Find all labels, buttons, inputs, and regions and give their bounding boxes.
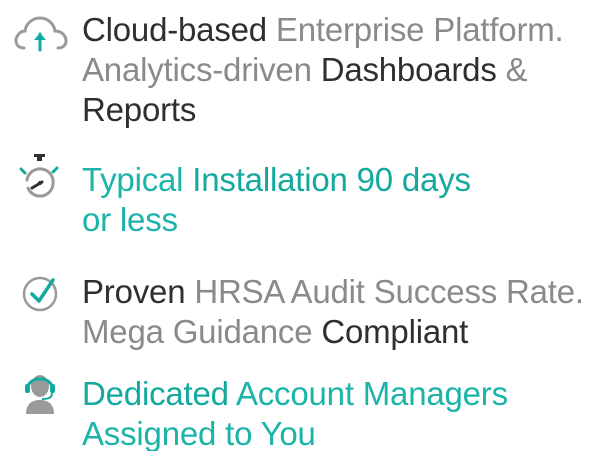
headset-agent-icon [12,368,68,418]
feature-3-text-3: Compliant [321,313,469,350]
feature-account-managers: Dedicated Account Managers Assigned to Y… [0,364,593,451]
cloud-upload-icon [12,14,68,64]
feature-installation: Typical Installation 90 days or less [0,150,593,240]
feature-2-text-1: Typical [82,161,193,198]
stopwatch-icon [12,152,68,202]
feature-4-text-1: Dedicated [82,375,229,412]
feature-1-text-3: Dashboards [320,51,497,88]
feature-1-text-1: Cloud-based [82,11,267,48]
feature-1-text-4: & [496,51,528,88]
feature-3-text-1: Proven [82,273,186,310]
feature-audit-compliance: Proven HRSA Audit Success Rate. Mega Gui… [0,262,593,352]
feature-cloud-platform: Cloud-based Enterprise Platform. Analyti… [0,0,593,130]
feature-2-text-2: Installation 90 days [192,161,471,198]
feature-2-text-3: or less [82,201,178,238]
feature-1-text-5: Reports [82,91,197,128]
check-circle-icon [12,270,68,320]
